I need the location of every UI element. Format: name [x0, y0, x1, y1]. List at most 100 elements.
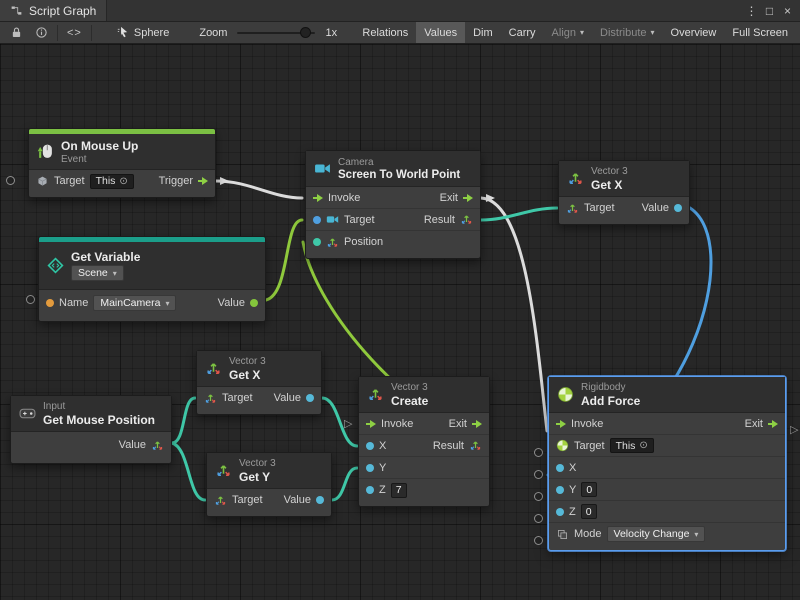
value-output-port[interactable]	[674, 204, 682, 212]
vector3-icon	[215, 462, 232, 479]
chevron-down-icon: ▾	[165, 299, 169, 308]
dim-button[interactable]: Dim	[465, 22, 501, 43]
info-button[interactable]	[29, 22, 54, 43]
node-get-variable[interactable]: Get Variable Scene▾ Name MainCamera▾ Val…	[38, 236, 266, 322]
external-port-circle[interactable]	[534, 514, 543, 523]
relations-button[interactable]: Relations	[354, 22, 416, 43]
invoke-input-port[interactable]	[556, 420, 566, 428]
invoke-input-port[interactable]	[366, 420, 376, 428]
vector3-target-input-port[interactable]	[204, 392, 217, 405]
wire-mouse-to-gety[interactable]	[172, 443, 205, 500]
variable-scope-dropdown[interactable]: Scene▾	[71, 265, 124, 281]
wire-exit-to-addforce-invoke[interactable]	[481, 198, 547, 431]
overview-button[interactable]: Overview	[663, 22, 725, 43]
external-port-circle[interactable]	[6, 176, 15, 185]
external-port-circle[interactable]	[534, 536, 543, 545]
y-input-port[interactable]	[556, 486, 564, 494]
vector3-target-input-port[interactable]	[566, 202, 579, 215]
exit-output-port[interactable]	[768, 420, 778, 428]
z-input-port[interactable]	[366, 486, 374, 494]
invoke-label: Invoke	[571, 418, 603, 430]
button-label: Align	[552, 27, 576, 39]
z-input-port[interactable]	[556, 508, 564, 516]
camera-target-input-port[interactable]	[313, 216, 321, 224]
vector3-target-input-port[interactable]	[214, 494, 227, 507]
z-value-field[interactable]: 7	[391, 483, 407, 498]
y-input-port[interactable]	[366, 464, 374, 472]
this-chip-label: This	[616, 440, 636, 452]
port-row: Position	[306, 231, 480, 253]
y-value-field[interactable]: 0	[581, 482, 597, 497]
maximize-button[interactable]: □	[762, 4, 777, 18]
value-output-port[interactable]	[250, 299, 258, 307]
window-menu-button[interactable]: ⋮	[744, 4, 759, 18]
graph-canvas[interactable]: ▷ ▷ On Mouse Up Event Target This⊙ Trigg…	[0, 44, 800, 600]
node-get-mouse-position[interactable]: Input Get Mouse Position Value	[10, 395, 172, 464]
unconnected-flow-input[interactable]: ▷	[344, 419, 352, 430]
z-value-field[interactable]: 0	[581, 504, 597, 519]
zoom-slider[interactable]	[237, 32, 315, 34]
code-view-button[interactable]: <>	[61, 22, 88, 43]
external-port-circle[interactable]	[26, 295, 35, 304]
target-label: Target	[574, 440, 605, 452]
mode-label: Mode	[574, 528, 602, 540]
variable-name-dropdown[interactable]: MainCamera▾	[93, 295, 176, 311]
trigger-output-port[interactable]	[198, 177, 208, 185]
exit-output-port[interactable]	[463, 194, 473, 202]
node-on-mouse-up[interactable]: On Mouse Up Event Target This⊙ Trigger	[28, 128, 216, 198]
node-vector3-create[interactable]: Vector 3 Create Invoke Exit X Result	[358, 376, 490, 507]
node-vector3-get-y[interactable]: Vector 3 Get Y Target Value	[206, 452, 332, 517]
x-input-port[interactable]	[366, 442, 374, 450]
chevron-down-icon: ▾	[694, 530, 698, 539]
vector3-result-output-port[interactable]	[460, 213, 473, 226]
selected-object[interactable]: Sphere	[111, 22, 175, 43]
external-port-circle[interactable]	[534, 470, 543, 479]
fullscreen-button[interactable]: Full Screen	[724, 22, 796, 43]
external-port-circle[interactable]	[534, 492, 543, 501]
wire-gety-to-create-y[interactable]	[332, 468, 357, 500]
wire-variable-to-camera-target[interactable]	[266, 220, 302, 300]
node-vector3-get-x-mid[interactable]: Vector 3 Get X Target Value	[196, 350, 322, 415]
this-chip[interactable]: This⊙	[90, 174, 134, 189]
exit-label: Exit	[449, 418, 467, 430]
port-row: Mode Velocity Change▾	[549, 523, 785, 545]
position-input-port[interactable]	[313, 238, 321, 246]
value-output-port[interactable]	[306, 394, 314, 402]
port-row: Y	[359, 457, 489, 479]
tab-script-graph[interactable]: Script Graph	[0, 0, 107, 21]
close-button[interactable]: ×	[780, 4, 795, 18]
unconnected-flow-output[interactable]: ▷	[790, 425, 798, 436]
vector3-result-output-port[interactable]	[469, 439, 482, 452]
node-add-force[interactable]: Rigidbody Add Force Invoke Exit Target T…	[548, 376, 786, 551]
button-label: Values	[424, 27, 457, 39]
node-type: Vector 3	[229, 356, 266, 367]
node-header: On Mouse Up Event	[29, 134, 215, 170]
button-label: Dim	[473, 27, 493, 39]
window-controls: ⋮ □ ×	[744, 0, 800, 21]
wire-mouse-to-getx[interactable]	[172, 398, 195, 443]
wire-result-to-getx-top[interactable]	[481, 208, 557, 220]
invoke-input-port[interactable]	[313, 194, 323, 202]
rigidbody-target-input-port[interactable]	[556, 439, 569, 452]
external-port-circle[interactable]	[534, 448, 543, 457]
vector-value-output-port[interactable]	[151, 439, 164, 452]
lock-button[interactable]	[4, 22, 29, 43]
node-vector3-get-x-top[interactable]: Vector 3 Get X Target Value	[558, 160, 690, 225]
force-mode-dropdown[interactable]: Velocity Change▾	[607, 526, 706, 542]
x-input-port[interactable]	[556, 464, 564, 472]
toolbar-separator	[91, 25, 92, 41]
values-button[interactable]: Values	[416, 22, 465, 43]
distribute-button[interactable]: Distribute▾	[592, 22, 662, 43]
wire-trigger-to-invoke[interactable]	[216, 181, 302, 198]
value-output-port[interactable]	[316, 496, 324, 504]
this-chip[interactable]: This⊙	[610, 438, 654, 453]
name-input-port[interactable]	[46, 299, 54, 307]
chevron-down-icon: ▾	[113, 269, 117, 278]
align-button[interactable]: Align▾	[544, 22, 592, 43]
node-screen-to-world-point[interactable]: Camera Screen To World Point Invoke Exit…	[305, 150, 481, 259]
exit-output-port[interactable]	[472, 420, 482, 428]
carry-button[interactable]: Carry	[501, 22, 544, 43]
node-header: Vector 3 Get Y	[207, 453, 331, 489]
zoom-slider-handle[interactable]	[300, 27, 311, 38]
port-row: Target Value	[559, 197, 689, 219]
